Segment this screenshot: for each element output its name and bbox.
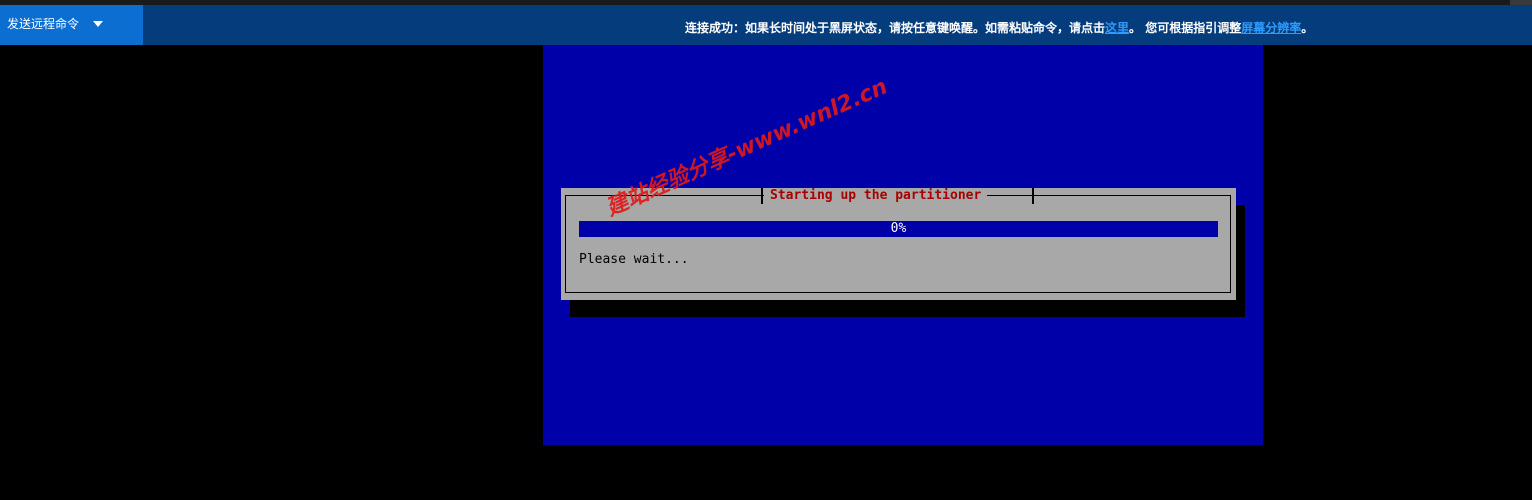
- dialog-frame: [565, 195, 1231, 293]
- paste-command-link[interactable]: 这里: [1105, 21, 1129, 35]
- notice-text-middle: 。 您可根据指引调整: [1129, 21, 1242, 35]
- title-bracket-left: [761, 188, 763, 204]
- remote-console-screen[interactable]: Starting up the partitioner 0% Please wa…: [543, 45, 1263, 445]
- progress-percent: 0%: [890, 221, 907, 236]
- progress-bar: 0%: [579, 221, 1218, 237]
- title-bracket-right: [1032, 188, 1034, 204]
- notice-text-suffix: 。: [1301, 21, 1314, 35]
- status-text: Please wait...: [579, 252, 689, 267]
- chevron-down-icon[interactable]: [93, 21, 103, 27]
- partitioner-dialog: Starting up the partitioner 0% Please wa…: [561, 188, 1236, 300]
- screen-resolution-link[interactable]: 屏幕分辨率: [1241, 21, 1301, 35]
- dialog-title: Starting up the partitioner: [764, 188, 988, 204]
- notice-text-prefix: 连接成功：如果长时间处于黑屏状态，请按任意键唤醒。如需粘贴命令，请点击: [685, 21, 1106, 35]
- send-remote-command-label: 发送远程命令: [7, 17, 80, 31]
- connection-notice: 连接成功：如果长时间处于黑屏状态，请按任意键唤醒。如需粘贴命令，请点击这里。 您…: [685, 5, 1313, 45]
- send-remote-command-dropdown[interactable]: 发送远程命令: [0, 5, 143, 45]
- remote-console-toolbar: 发送远程命令 连接成功：如果长时间处于黑屏状态，请按任意键唤醒。如需粘贴命令，请…: [0, 5, 1532, 45]
